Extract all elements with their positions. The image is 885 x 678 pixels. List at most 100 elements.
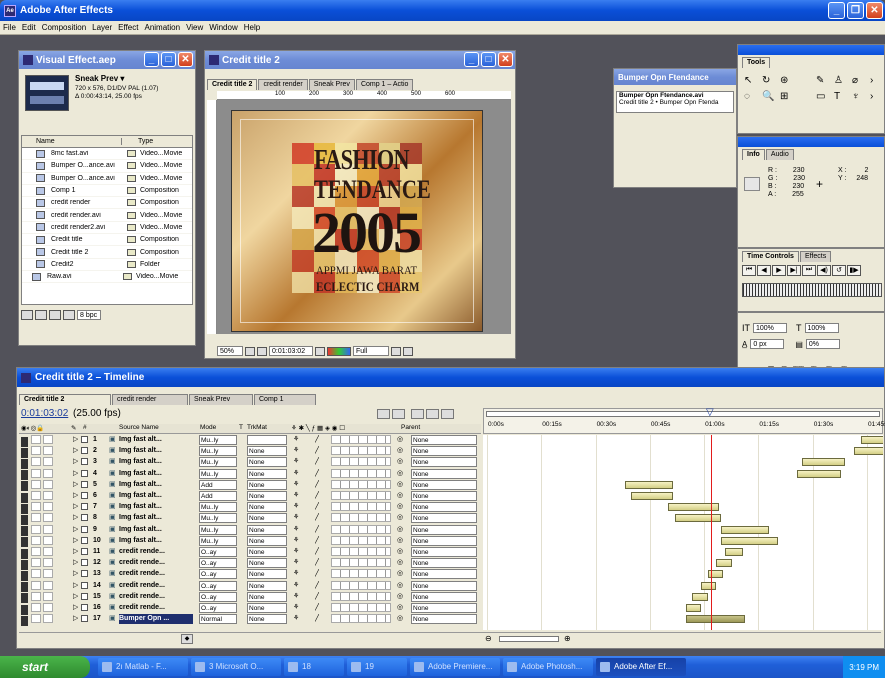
layer-trkmat-select[interactable]: None	[247, 580, 287, 591]
pickwhip-icon[interactable]: ◎	[397, 491, 403, 501]
layer-mode-select[interactable]: Mu..ly	[199, 513, 237, 524]
new-folder-icon[interactable]	[35, 310, 47, 320]
layer-source-name[interactable]: credit rende...	[119, 569, 193, 579]
quality-switch-icon[interactable]: ╱	[315, 469, 319, 479]
prev-frame-icon[interactable]: ◀	[757, 265, 771, 276]
switch-cell[interactable]	[43, 547, 53, 556]
toggle-switches-button[interactable]: ◆	[181, 634, 193, 644]
switch-cell[interactable]	[43, 591, 53, 601]
tools-tab[interactable]: Tools	[742, 57, 771, 68]
interpret-footage-icon[interactable]	[21, 310, 33, 320]
quality-switch-icon[interactable]: ╱	[315, 558, 319, 568]
switch-cell[interactable]	[43, 535, 53, 545]
layer-switch-cells[interactable]	[331, 591, 391, 601]
video-eye-icon[interactable]	[21, 570, 28, 581]
grid-icon[interactable]	[245, 346, 255, 356]
quality-switch-icon[interactable]: ╱	[315, 581, 319, 591]
switch-cell[interactable]	[31, 468, 41, 478]
tsume-field[interactable]: 0%	[805, 339, 840, 349]
motion-blur-icon[interactable]	[441, 409, 454, 419]
pickwhip-icon[interactable]: ◎	[397, 525, 403, 535]
layer-source-name[interactable]: Img fast alt...	[119, 480, 193, 490]
time-navigator-marker[interactable]: ▽	[706, 408, 714, 419]
layer-source-name[interactable]: Img fast alt...	[119, 525, 193, 535]
stamp-tool-icon[interactable]: ♙	[834, 75, 850, 89]
pickwhip-icon[interactable]: ◎	[397, 592, 403, 602]
layer-parent-select[interactable]: None	[411, 479, 477, 490]
layer-switch-cells[interactable]	[331, 502, 391, 512]
layer-duration-bar[interactable]	[797, 469, 841, 478]
layer-mode-select[interactable]: O..ay	[199, 547, 237, 557]
pen-tool-icon[interactable]: ✎	[816, 75, 832, 89]
minimize-button[interactable]: _	[828, 2, 845, 19]
quality-switch-icon[interactable]: ╱	[315, 513, 319, 523]
label-swatch[interactable]	[81, 559, 88, 567]
layer-source-name[interactable]: Img fast alt...	[119, 446, 193, 456]
switch-cell[interactable]	[43, 513, 53, 523]
layer-switch-cells[interactable]	[331, 614, 391, 624]
layer-row[interactable]: ▷ 2 ▣ Img fast alt... Mu..ly None ⚘ ╱ ◎ None	[19, 446, 481, 458]
zoom-in-icon[interactable]: ⊕	[564, 634, 571, 643]
expand-triangle-icon[interactable]: ▷	[73, 547, 78, 557]
layer-source-name[interactable]: Img fast alt...	[119, 513, 193, 523]
menu-view[interactable]: View	[183, 23, 206, 32]
layer-row[interactable]: ▷ 13 ▣ credit rende... O..ay None ⚘ ╱ ◎ None	[19, 569, 481, 581]
layer-row[interactable]: ▷ 6 ▣ Img fast alt... Add None ⚘ ╱ ◎ None	[19, 491, 481, 503]
shy-switch-icon[interactable]: ⚘	[293, 569, 299, 579]
jog-slider[interactable]	[742, 283, 882, 297]
layer-trkmat-select[interactable]: None	[247, 502, 287, 513]
switch-cell[interactable]	[43, 479, 53, 489]
expand-triangle-icon[interactable]: ▷	[73, 480, 78, 490]
layer-mode-select[interactable]: Normal	[199, 614, 237, 625]
new-comp-icon[interactable]	[49, 310, 61, 320]
switch-cell[interactable]	[31, 569, 41, 579]
switch-cell[interactable]	[43, 580, 53, 590]
expand-triangle-icon[interactable]: ▷	[73, 502, 78, 512]
col-name-header[interactable]: Name	[22, 138, 122, 145]
layer-parent-select[interactable]: None	[411, 446, 477, 457]
label-swatch[interactable]	[81, 525, 88, 533]
switch-cell[interactable]	[31, 491, 41, 500]
layer-parent-select[interactable]: None	[411, 435, 477, 445]
label-swatch[interactable]	[81, 615, 88, 623]
audio-icon[interactable]: ◀)	[817, 265, 831, 276]
project-item[interactable]: Credit2 Folder	[22, 259, 192, 271]
quality-switch-icon[interactable]: ╱	[315, 457, 319, 467]
more-icon[interactable]: ›	[870, 91, 885, 105]
pickwhip-icon[interactable]: ◎	[397, 581, 403, 591]
switch-cell[interactable]	[31, 614, 41, 624]
video-eye-icon[interactable]	[21, 604, 28, 615]
comp-tab-credit-title-2[interactable]: Credit title 2	[207, 79, 258, 90]
layer-source-name[interactable]: Img fast alt...	[119, 469, 193, 479]
expand-triangle-icon[interactable]: ▷	[73, 569, 78, 579]
last-frame-icon[interactable]: ⏭	[802, 265, 816, 276]
layer-trkmat-select[interactable]: None	[247, 457, 287, 468]
video-eye-icon[interactable]	[21, 559, 28, 570]
switch-cell[interactable]	[31, 457, 41, 467]
layer-source-name[interactable]: credit rende...	[119, 558, 193, 568]
shy-switch-icon[interactable]: ⚘	[293, 614, 299, 624]
layer-source-name[interactable]: Img fast alt...	[119, 536, 193, 546]
layer-trkmat-select[interactable]: None	[247, 614, 287, 625]
quality-switch-icon[interactable]: ╱	[315, 502, 319, 512]
pickwhip-icon[interactable]: ◎	[397, 469, 403, 479]
layer-parent-select[interactable]: None	[411, 614, 477, 625]
layer-parent-select[interactable]: None	[411, 468, 477, 479]
timeline-tab-credit-render[interactable]: credit render	[112, 394, 188, 405]
pickwhip-icon[interactable]: ◎	[397, 446, 403, 456]
video-eye-icon[interactable]	[21, 503, 28, 514]
transparency-grid-icon[interactable]	[403, 346, 413, 356]
camera-tool-icon[interactable]: ⊛	[780, 75, 796, 89]
layer-switch-cells[interactable]	[331, 569, 391, 579]
layer-mode-select[interactable]: Mu..ly	[199, 468, 237, 479]
rotate-tool-icon[interactable]: ↻	[762, 75, 778, 89]
expand-triangle-icon[interactable]: ▷	[73, 581, 78, 591]
layer-duration-bar[interactable]	[674, 514, 721, 523]
play-icon[interactable]: ▶	[772, 265, 786, 276]
layer-switch-cells[interactable]	[331, 547, 391, 556]
pin-tool-icon[interactable]: ♆	[852, 91, 868, 105]
start-button[interactable]: start	[0, 656, 90, 678]
label-swatch[interactable]	[81, 436, 88, 443]
layer-source-name[interactable]: credit rende...	[119, 603, 193, 613]
project-item[interactable]: Comp 1 Composition	[22, 185, 192, 198]
